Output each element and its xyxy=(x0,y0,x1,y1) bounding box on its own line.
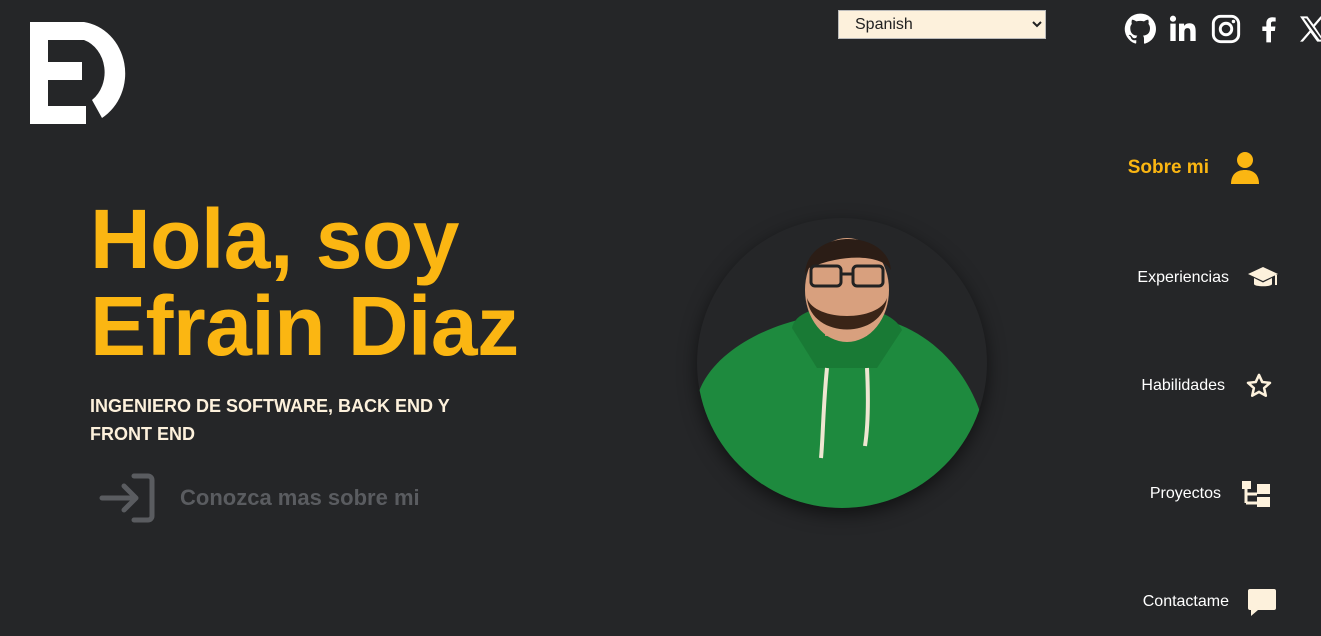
social-links xyxy=(1124,13,1321,45)
profile-photo xyxy=(697,218,987,508)
nav-item-sobre-mi[interactable]: Sobre mi xyxy=(1041,148,1261,188)
project-tree-icon xyxy=(1242,481,1270,507)
facebook-icon xyxy=(1262,17,1276,43)
learn-more-label: Conozca mas sobre mi xyxy=(180,485,420,510)
x-link[interactable] xyxy=(1296,13,1321,45)
linkedin-link[interactable] xyxy=(1167,13,1199,45)
facebook-link[interactable] xyxy=(1253,13,1285,45)
nav-item-label: Proyectos xyxy=(1149,485,1221,502)
sign-in-arrow-icon xyxy=(99,473,155,523)
github-link[interactable] xyxy=(1124,13,1156,45)
hero-title-line-1: Hola, soy xyxy=(90,192,459,286)
language-select[interactable]: Spanish xyxy=(838,10,1046,39)
chat-bubble-icon xyxy=(1248,589,1276,616)
hero-title: Hola, soy Efrain Diaz xyxy=(90,196,519,370)
nav-item-label: Experiencias xyxy=(1137,269,1229,286)
instagram-icon xyxy=(1211,14,1241,44)
nav-item-experiencias[interactable]: Experiencias xyxy=(1059,262,1279,294)
linkedin-icon xyxy=(1169,15,1196,41)
nav-item-habilidades[interactable]: Habilidades xyxy=(1053,370,1273,402)
logo[interactable] xyxy=(28,22,132,126)
hero-subtitle: INGENIERO DE SOFTWARE, BACK END Y FRONT … xyxy=(90,396,450,444)
nav-item-label: Habilidades xyxy=(1141,377,1225,394)
graduation-cap-icon xyxy=(1248,267,1278,287)
github-icon xyxy=(1124,13,1156,44)
instagram-link[interactable] xyxy=(1210,13,1242,45)
learn-more-button[interactable]: Conozca mas sobre mi xyxy=(98,470,420,526)
hero-title-line-2: Efrain Diaz xyxy=(90,279,519,373)
star-icon xyxy=(1246,373,1272,397)
user-icon xyxy=(1231,152,1259,184)
nav-item-proyectos[interactable]: Proyectos xyxy=(1051,478,1271,510)
x-icon xyxy=(1300,16,1321,42)
nav-item-label: Sobre mi xyxy=(1127,157,1209,178)
nav-item-contactame[interactable]: Contactame xyxy=(1057,586,1277,618)
nav-item-label: Contactame xyxy=(1142,593,1229,610)
